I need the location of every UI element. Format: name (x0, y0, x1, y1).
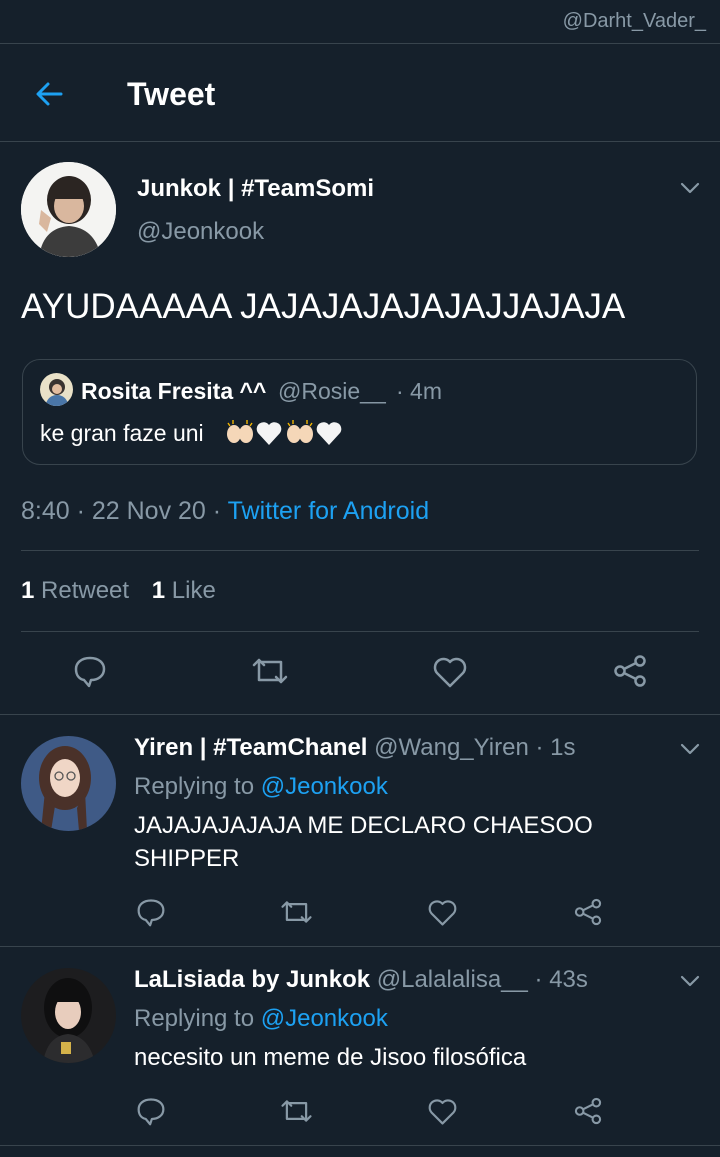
white-heart-icon (256, 422, 282, 445)
quoted-time: · 4m (396, 378, 442, 404)
like-label: Like (171, 577, 216, 604)
like-heart-icon[interactable] (432, 655, 468, 689)
reply-icon[interactable] (73, 654, 107, 688)
retweet-stat[interactable]: 1 Retweet (21, 577, 136, 604)
tweet-text: AYUDAAAAA JAJAJAJAJAJAJJAJAJA (21, 287, 626, 326)
quoted-author-name[interactable]: Rosita Fresita ^^ (81, 378, 266, 405)
like-count: 1 (151, 577, 166, 604)
tweet-source-link[interactable]: Twitter for Android (228, 497, 429, 525)
quoted-author-handle[interactable]: @Rosie__ (278, 378, 386, 405)
chevron-down-icon[interactable] (679, 177, 701, 199)
tweet-timestamp: 8:40 · 22 Nov 20 · (21, 497, 222, 525)
watermark: @Darht_Vader_ (562, 10, 706, 32)
retweet-icon[interactable] (250, 654, 290, 688)
retweet-icon[interactable] (279, 1096, 314, 1126)
replying-to-handle[interactable]: @Jeonkook (261, 1005, 388, 1032)
like-heart-icon[interactable] (427, 1097, 458, 1126)
replying-to-label: Replying to (134, 1005, 255, 1032)
reply-text: necesito un meme de Jisoo filosófica (134, 1044, 527, 1071)
reply-author-name[interactable]: LaLisiada by Junkok (134, 966, 370, 993)
avatar[interactable] (21, 736, 116, 831)
emoji-row (225, 417, 347, 447)
like-heart-icon[interactable] (427, 898, 458, 927)
reply-time: · 1s (535, 734, 576, 761)
reply-time: · 43s (534, 966, 588, 993)
replying-to-handle[interactable]: @Jeonkook (261, 773, 388, 800)
avatar[interactable] (21, 968, 116, 1063)
divider (21, 631, 699, 632)
reply-icon[interactable] (136, 1096, 166, 1126)
white-heart-icon (316, 422, 342, 445)
divider (0, 43, 720, 44)
reply-author-handle[interactable]: @Lalalalisa__ (377, 966, 528, 993)
retweet-icon[interactable] (279, 897, 314, 927)
reply-text: JAJAJAJAJAJA ME DECLARO CHAESOO (134, 812, 593, 839)
reply-icon[interactable] (136, 897, 166, 927)
author-handle[interactable]: @Jeonkook (137, 218, 264, 246)
divider (0, 141, 720, 142)
like-stat[interactable]: 1 Like (152, 577, 216, 604)
quoted-avatar[interactable] (40, 373, 73, 406)
raising-hands-icon (287, 420, 313, 443)
chevron-down-icon[interactable] (679, 970, 701, 992)
reply-author-name[interactable]: Yiren | #TeamChanel (134, 734, 367, 761)
page-title: Tweet (127, 76, 216, 112)
divider (21, 550, 699, 551)
share-icon[interactable] (573, 1096, 603, 1126)
share-icon[interactable] (573, 897, 603, 927)
chevron-down-icon[interactable] (679, 738, 701, 760)
replying-to-label: Replying to (134, 773, 255, 800)
avatar[interactable] (21, 162, 116, 257)
reply-text: SHIPPER (134, 845, 240, 872)
share-icon[interactable] (612, 653, 648, 689)
divider (0, 1145, 720, 1146)
author-name[interactable]: Junkok | #TeamSomi (137, 175, 374, 203)
quoted-tweet[interactable] (22, 359, 697, 465)
retweet-count: 1 (21, 577, 35, 604)
back-arrow-icon[interactable] (33, 78, 65, 110)
reply-author-handle[interactable]: @Wang_Yiren (374, 734, 529, 761)
raising-hands-icon (227, 420, 253, 443)
retweet-label: Retweet (41, 577, 130, 604)
quoted-text: ke gran faze uni (40, 420, 204, 446)
